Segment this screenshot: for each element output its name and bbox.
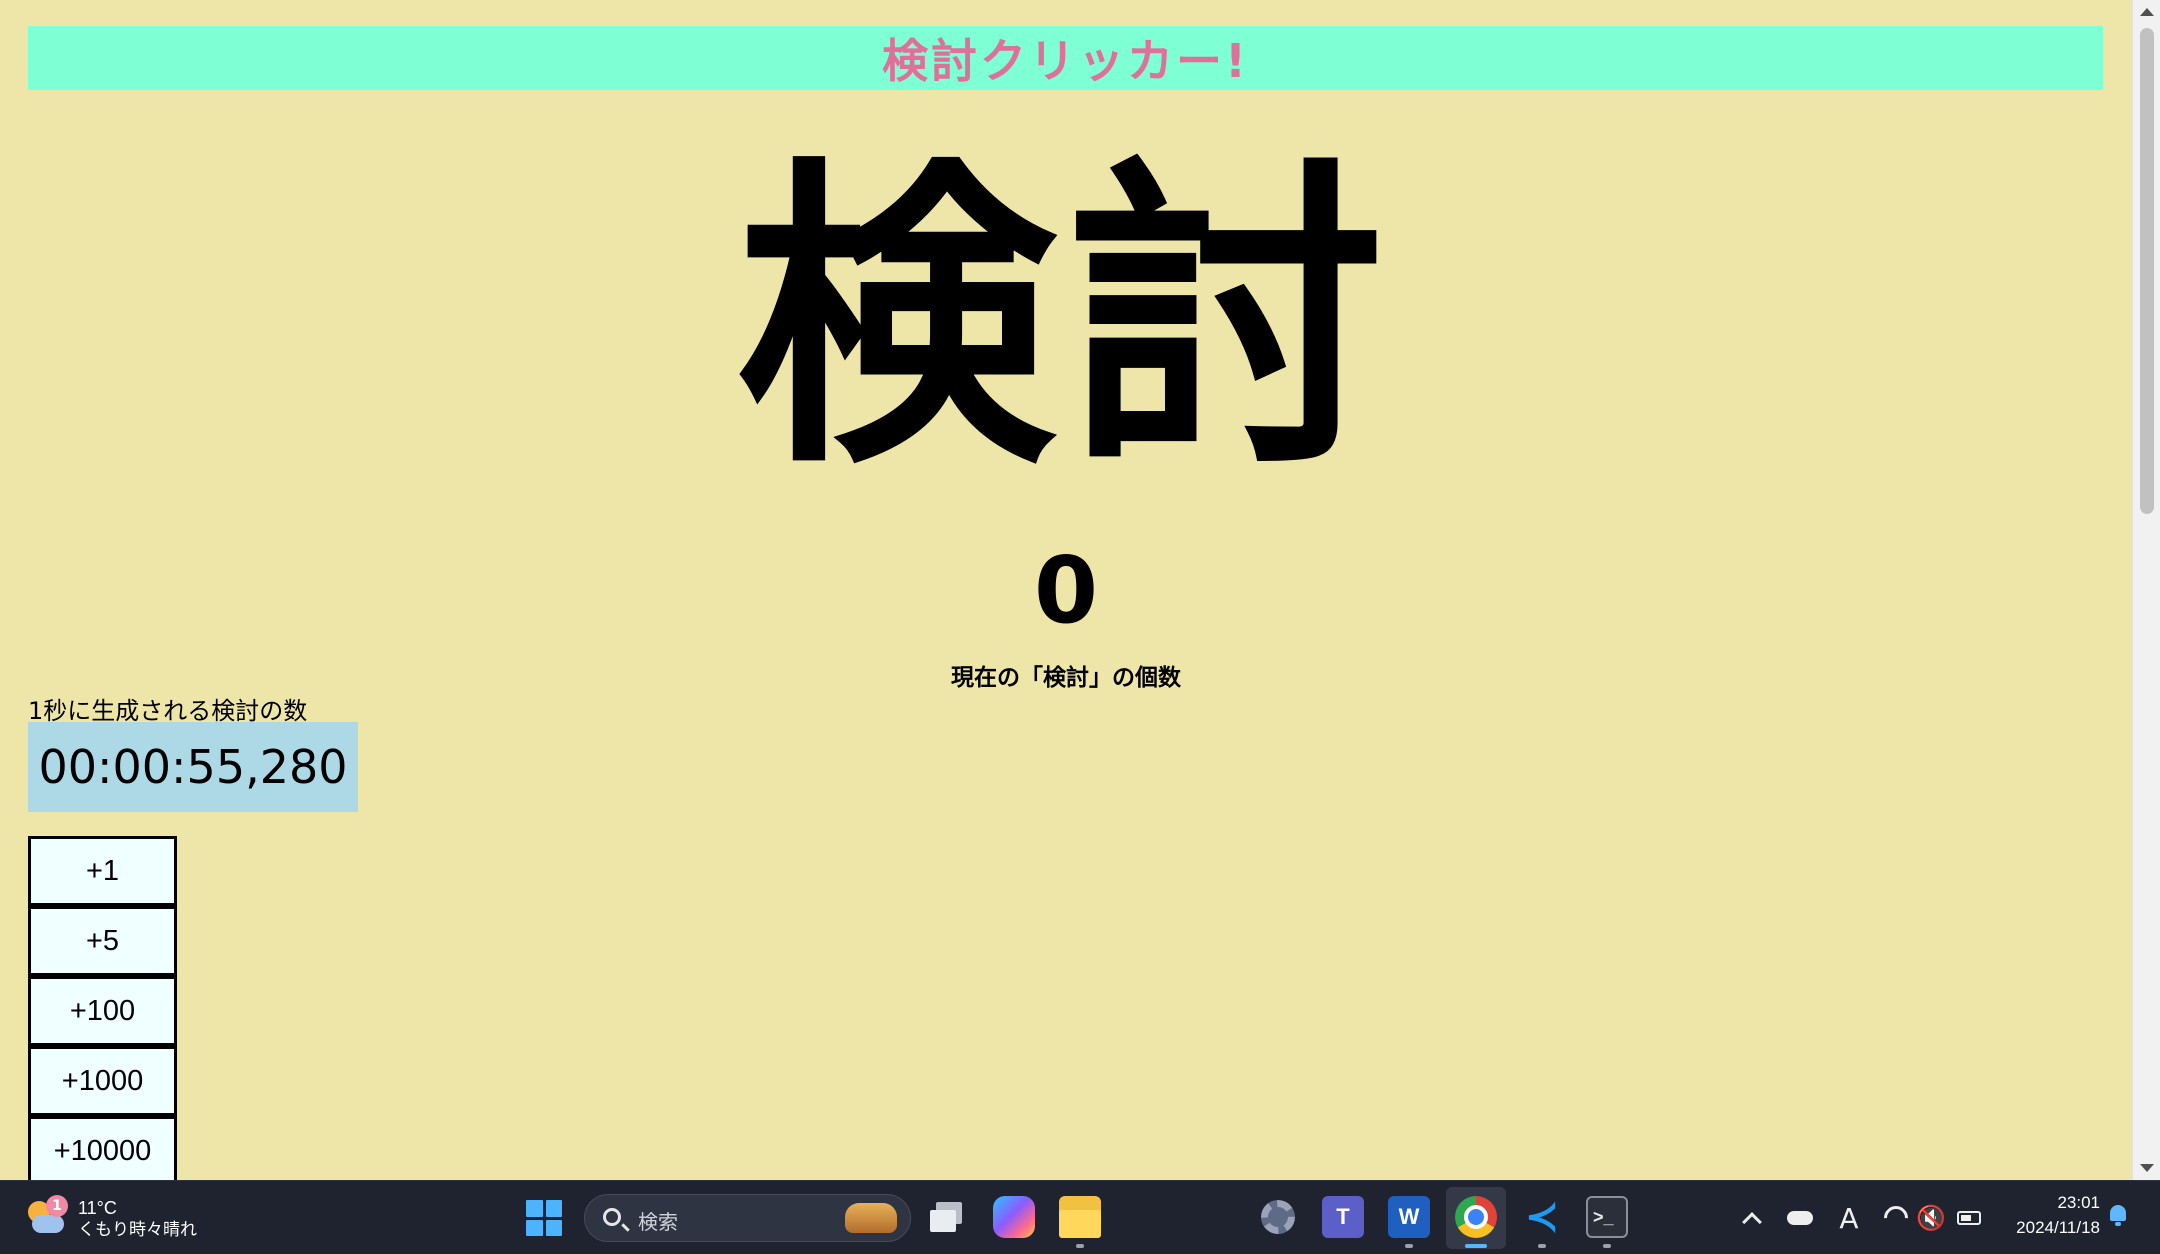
taskbar: 1 11°C くもり時々晴れ 検索 T W ≺ >_ A 🔇 23:01 202… — [0, 1180, 2160, 1254]
kentou-count: 0 — [1033, 537, 1098, 644]
word-icon[interactable]: W — [1388, 1196, 1430, 1238]
timer-text: 00:00:55,280 — [38, 740, 348, 794]
search-icon — [603, 1208, 621, 1226]
settings-icon[interactable] — [1257, 1196, 1299, 1238]
start-icon[interactable] — [526, 1200, 562, 1236]
chrome-active-indicator — [1465, 1244, 1487, 1248]
timer-display: 00:00:55,280 — [28, 722, 358, 812]
weather-temperature: 11°C — [78, 1198, 117, 1218]
ime-mode-icon[interactable]: A — [1834, 1199, 1864, 1237]
kentou-count-label: 現在の「検討」の個数 — [951, 665, 1181, 691]
onedrive-cloud-icon[interactable] — [1786, 1199, 1814, 1237]
file-explorer-icon[interactable] — [1059, 1196, 1101, 1238]
weather-description: くもり時々晴れ — [78, 1219, 197, 1240]
vscode-running-indicator — [1538, 1244, 1546, 1248]
search-highlight-icon — [845, 1203, 897, 1233]
weather-widget[interactable]: 1 11°C くもり時々晴れ — [24, 1193, 197, 1245]
battery-icon[interactable] — [1954, 1199, 1984, 1237]
scroll-thumb[interactable] — [2140, 28, 2154, 514]
taskbar-search[interactable]: 検索 — [584, 1194, 911, 1242]
teams-icon[interactable]: T — [1322, 1196, 1364, 1238]
wifi-icon[interactable] — [1879, 1199, 1913, 1237]
add-10000-button[interactable]: +10000 — [28, 1116, 177, 1180]
scroll-down-icon[interactable] — [2140, 1164, 2154, 1172]
explorer-running-indicator — [1076, 1244, 1084, 1248]
rate-label: 1秒に生成される検討の数 — [28, 697, 308, 725]
vertical-scrollbar[interactable] — [2132, 0, 2160, 1180]
volume-muted-icon[interactable]: 🔇 — [1916, 1199, 1946, 1237]
notification-bell-icon[interactable] — [2108, 1205, 2128, 1227]
add-1-button[interactable]: +1 — [28, 836, 177, 906]
vscode-icon[interactable]: ≺ — [1521, 1195, 1563, 1239]
terminal-icon[interactable]: >_ — [1586, 1196, 1628, 1238]
search-placeholder: 検索 — [638, 1210, 678, 1234]
clock-time: 23:01 — [2057, 1193, 2100, 1212]
title-bar: 検討クリッカー! — [28, 26, 2103, 90]
word-running-indicator — [1405, 1244, 1413, 1248]
add-1000-button[interactable]: +1000 — [28, 1046, 177, 1116]
terminal-running-indicator — [1603, 1244, 1611, 1248]
copilot-icon[interactable] — [993, 1196, 1035, 1238]
page-content: 検討クリッカー! 検討 0 現在の「検討」の個数 1秒に生成される検討の数 00… — [0, 0, 2132, 1180]
scroll-up-icon[interactable] — [2140, 8, 2154, 16]
add-5-button[interactable]: +5 — [28, 906, 177, 976]
kentou-click-target[interactable]: 検討 — [0, 150, 2132, 490]
clock-date: 2024/11/18 — [2016, 1217, 2100, 1237]
add-100-button[interactable]: +100 — [28, 976, 177, 1046]
weather-badge: 1 — [46, 1195, 68, 1217]
taskbar-clock[interactable]: 23:01 2024/11/18 — [1990, 1191, 2100, 1240]
page-title: 検討クリッカー! — [882, 34, 1249, 88]
task-view-icon[interactable] — [928, 1196, 970, 1238]
show-hidden-icons-chevron-icon[interactable] — [1740, 1199, 1764, 1237]
kentou-big-label: 検討 — [736, 134, 1396, 506]
partly-cloudy-icon: 1 — [24, 1195, 68, 1241]
chrome-icon[interactable] — [1455, 1196, 1497, 1238]
